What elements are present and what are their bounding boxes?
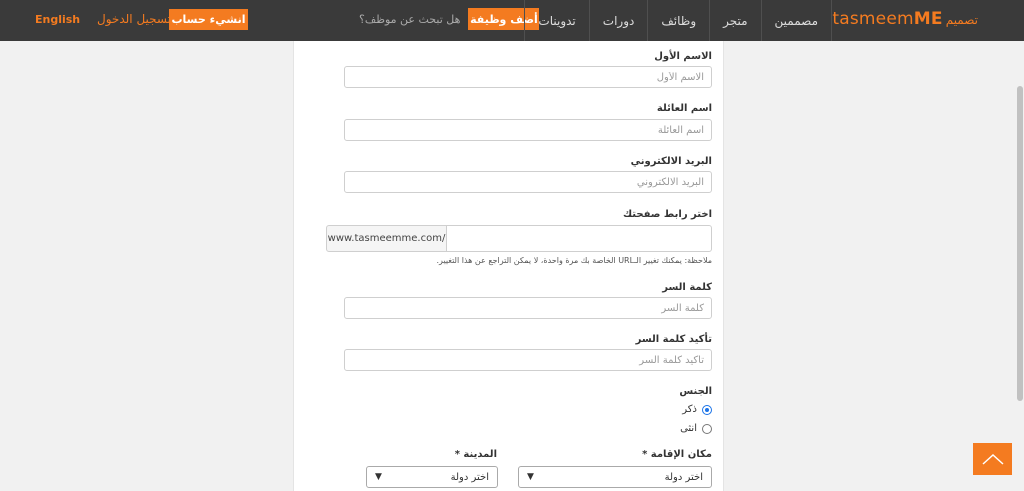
scroll-top-button[interactable] [973,443,1012,475]
confirm-password-field[interactable] [344,349,712,371]
chevron-up-icon [981,453,1004,465]
first-name-field[interactable] [344,66,712,88]
site-logo[interactable]: tasmeemME تصميم [832,9,978,29]
last-name-field[interactable] [344,119,712,141]
password-field[interactable] [344,297,712,319]
logo-arabic: تصميم [945,13,978,27]
hire-section: أضف وظيفة هل تبحث عن موظف؟ [359,8,540,30]
nav-item-store[interactable]: متجر [709,0,760,41]
radio-unselected-icon[interactable] [702,423,712,434]
chevron-down-icon: ▼ [375,472,382,482]
page-link-input[interactable] [446,225,712,252]
gender-male-label: ذكر [682,404,697,415]
top-navbar: English تسجيل الدخول انشيء حساب أضف وظيف… [0,0,1024,41]
email-label: البريد الالكتروني [630,156,712,167]
last-name-label: اسم العائلة [656,103,712,114]
logo-text: tasmeemME [832,9,943,29]
nav-item-jobs[interactable]: وظائف [647,0,709,41]
city-select-value: اختر دولة [450,471,489,483]
hire-question: هل تبحث عن موظف؟ [359,12,461,26]
create-account-button[interactable]: انشيء حساب [169,9,248,30]
confirm-password-label: تأكيد كلمة السر [635,334,712,345]
gender-option-female[interactable]: انثى [680,423,712,434]
residence-select[interactable]: اختر دولة ▼ [518,466,712,488]
page-scrollbar[interactable] [1016,41,1024,491]
chevron-down-icon: ▼ [527,472,534,482]
nav-item-courses[interactable]: دورات [588,0,648,41]
main-nav: مصممين متجر وظائف دورات تدوينات [524,0,832,41]
gender-female-label: انثى [680,423,697,434]
nav-item-blog[interactable]: تدوينات [524,0,588,41]
gender-option-male[interactable]: ذكر [682,404,712,415]
residence-label: مكان الإقامة * [642,449,712,460]
login-link[interactable]: تسجيل الدخول [97,12,171,26]
radio-selected-icon[interactable] [702,404,712,415]
page-link-label: اختر رابط صفحتك [622,209,712,220]
first-name-label: الاسم الأول [654,51,712,62]
city-label: المدينة * [454,449,497,460]
page-link-prefix: www.tasmeemme.com/ [326,225,447,252]
residence-select-value: اختر دولة [664,471,703,483]
password-label: كلمة السر [662,282,712,293]
language-link[interactable]: English [35,13,80,26]
city-select[interactable]: اختر دولة ▼ [366,466,498,488]
page-link-note: ملاحظة: يمكنك تغيير الـURL الخاصة بك مرة… [436,256,712,265]
email-field[interactable] [344,171,712,193]
gender-label: الجنس [679,386,712,397]
scrollbar-thumb[interactable] [1017,86,1023,401]
nav-item-designers[interactable]: مصممين [760,0,832,41]
